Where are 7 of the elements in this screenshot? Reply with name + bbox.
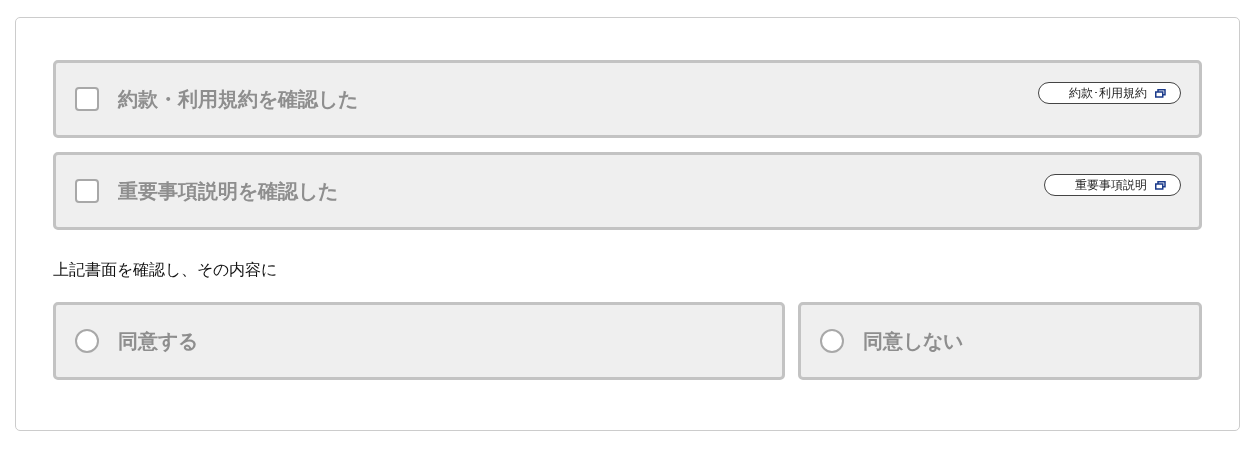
prompt-text: 上記書面を確認し、その内容に xyxy=(53,260,278,281)
checkbox-label: 重要事項説明を確認した xyxy=(118,177,338,205)
checkbox-label: 約款・利用規約を確認した xyxy=(118,85,358,113)
new-window-icon xyxy=(1155,88,1166,98)
radio-label: 同意しない xyxy=(863,327,963,355)
new-window-icon xyxy=(1155,180,1166,190)
radio-label: 同意する xyxy=(118,327,198,355)
